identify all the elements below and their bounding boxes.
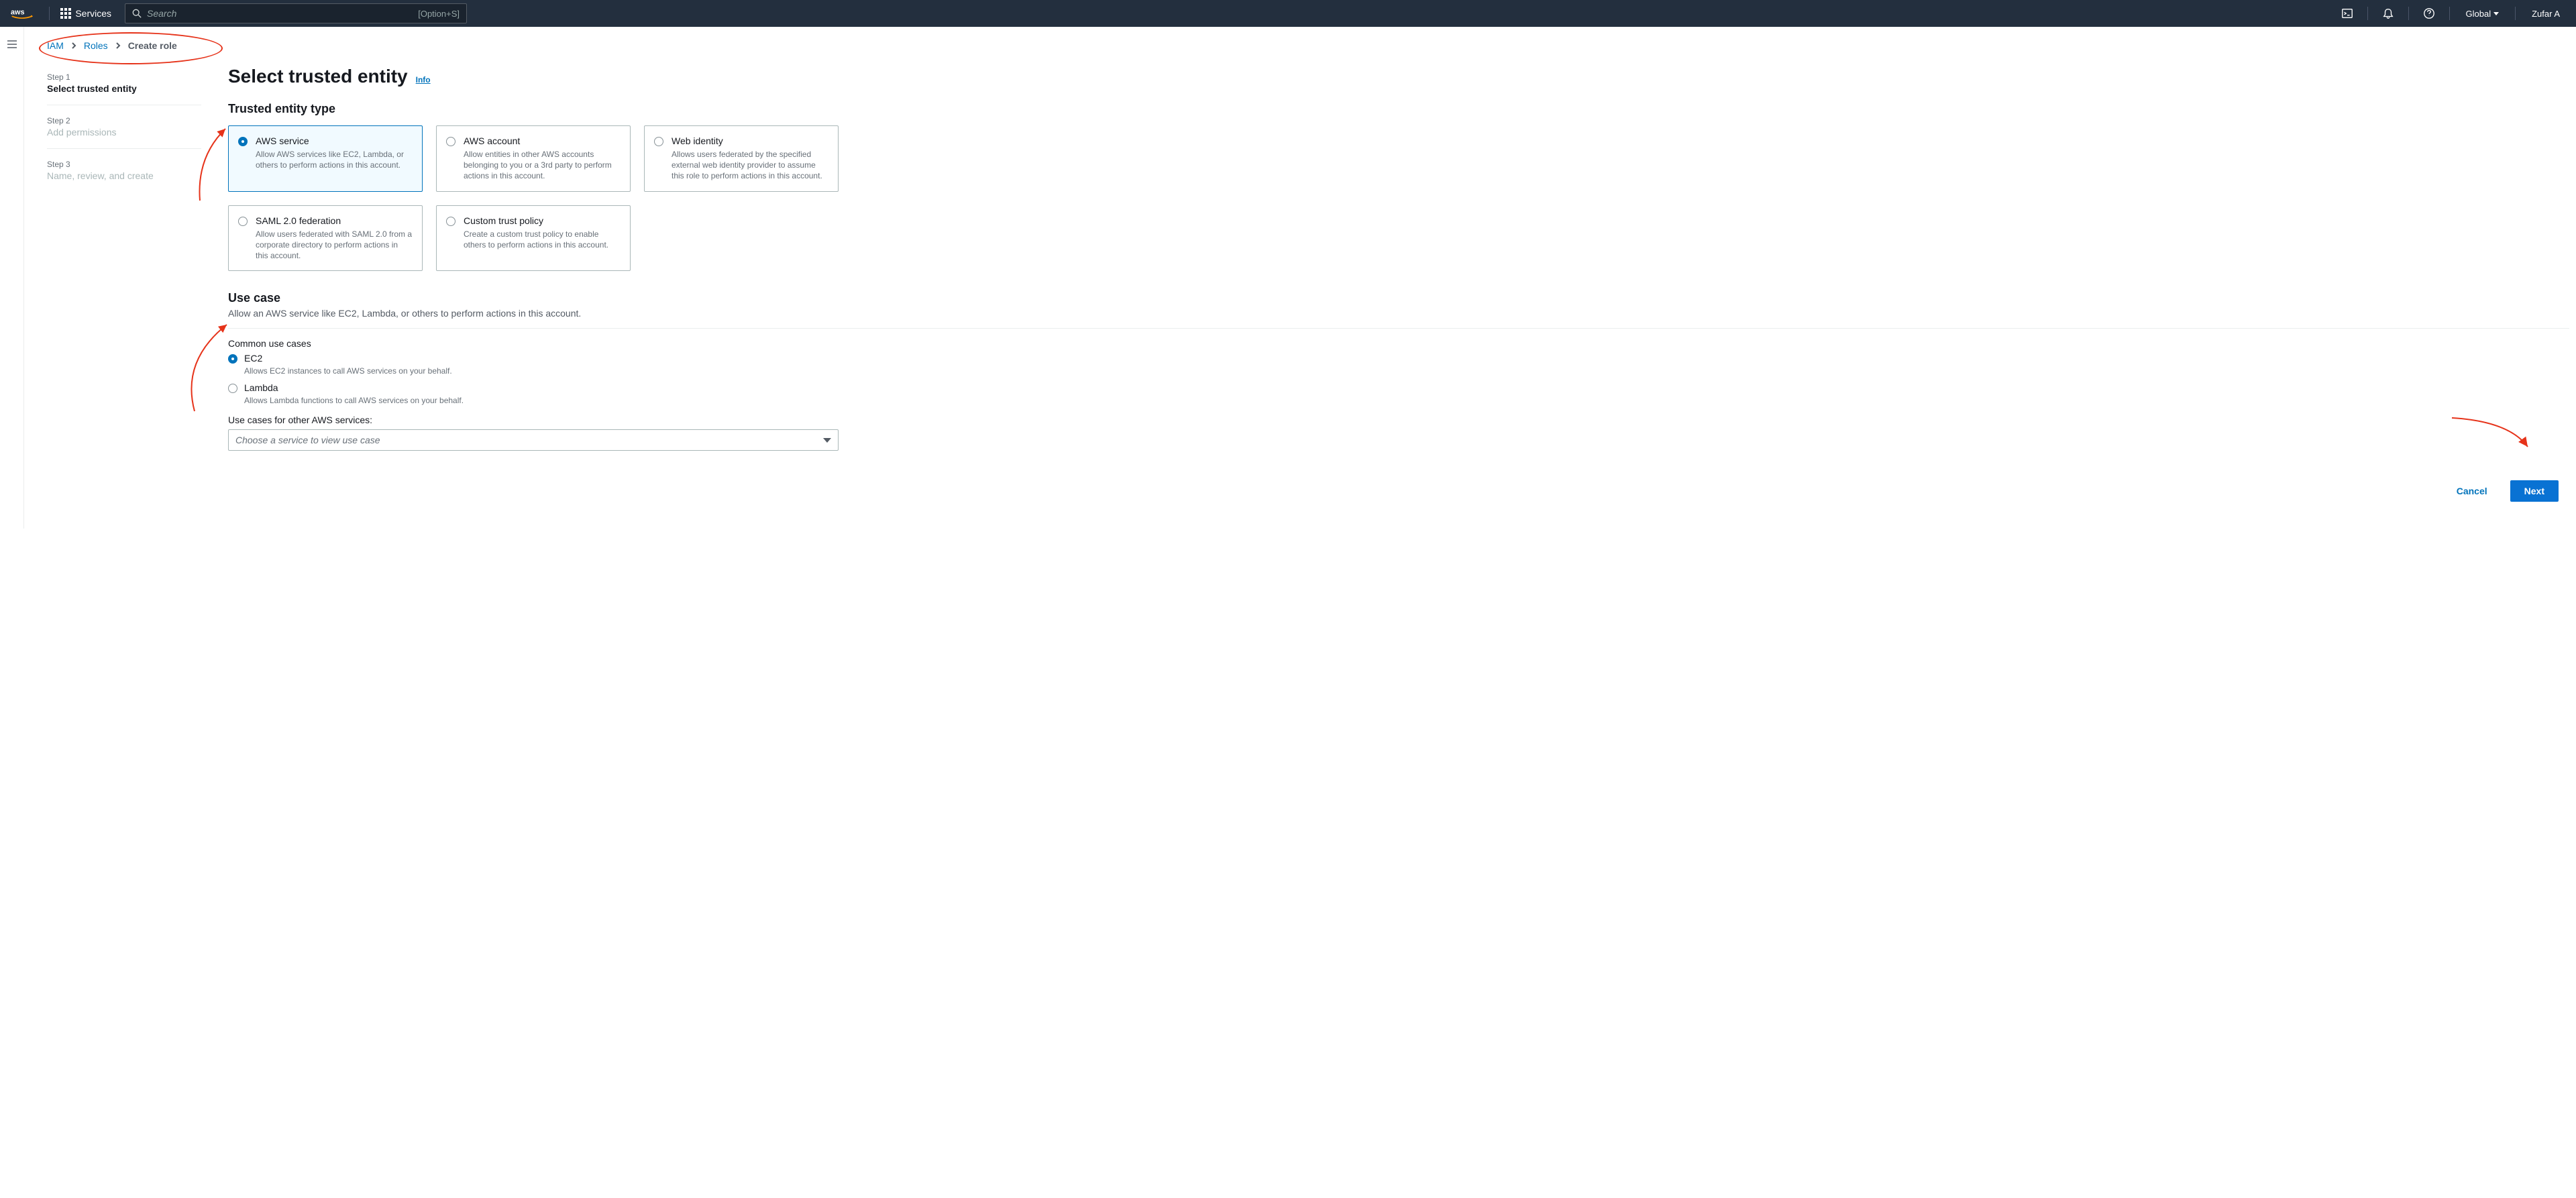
main-content: Select trusted entity Info Trusted entit…	[228, 66, 2576, 502]
info-link[interactable]: Info	[416, 75, 431, 85]
radio-indicator	[446, 137, 455, 146]
step-number: Step 2	[47, 116, 201, 125]
tile-custom-trust[interactable]: Custom trust policy Create a custom trus…	[436, 205, 631, 272]
region-selector[interactable]: Global	[2461, 6, 2505, 21]
radio-indicator	[654, 137, 663, 146]
radio-indicator	[446, 217, 455, 226]
search-icon	[132, 9, 142, 18]
tile-desc: Allow users federated with SAML 2.0 from…	[256, 229, 413, 262]
step-number: Step 3	[47, 160, 201, 169]
tile-title: AWS account	[464, 135, 621, 146]
step-1[interactable]: Step 1 Select trusted entity	[47, 66, 201, 105]
radio-indicator	[228, 384, 237, 393]
cloudshell-icon	[2341, 7, 2353, 19]
usecase-ec2[interactable]: EC2	[228, 353, 2569, 364]
top-nav: aws Services [Option+S] Global Zufar A	[0, 0, 2576, 27]
entity-type-heading: Trusted entity type	[228, 102, 2569, 116]
region-label: Global	[2466, 9, 2491, 19]
cancel-button[interactable]: Cancel	[2443, 480, 2501, 502]
step-title: Name, review, and create	[47, 170, 201, 181]
nav-divider	[2515, 7, 2516, 20]
other-services-heading: Use cases for other AWS services:	[228, 415, 2569, 425]
select-placeholder: Choose a service to view use case	[235, 435, 380, 445]
caret-down-icon	[823, 438, 831, 443]
usecase-sub: Allow an AWS service like EC2, Lambda, o…	[228, 308, 2569, 319]
tile-desc: Create a custom trust policy to enable o…	[464, 229, 621, 250]
account-menu[interactable]: Zufar A	[2526, 6, 2565, 21]
service-select[interactable]: Choose a service to view use case	[228, 429, 839, 451]
services-label: Services	[75, 8, 111, 19]
step-title: Add permissions	[47, 127, 201, 138]
step-title: Select trusted entity	[47, 83, 201, 94]
radio-indicator	[238, 137, 248, 146]
wizard-stepper: Step 1 Select trusted entity Step 2 Add …	[47, 66, 201, 502]
divider	[228, 328, 2569, 329]
step-2[interactable]: Step 2 Add permissions	[47, 109, 201, 149]
tile-title: AWS service	[256, 135, 413, 146]
hamburger-icon	[7, 39, 17, 50]
breadcrumb-iam[interactable]: IAM	[47, 40, 64, 51]
chevron-right-icon	[115, 40, 121, 51]
tile-title: Web identity	[672, 135, 828, 146]
notifications-button[interactable]	[2379, 4, 2398, 23]
breadcrumb-roles[interactable]: Roles	[84, 40, 108, 51]
tile-desc: Allow AWS services like EC2, Lambda, or …	[256, 149, 413, 170]
search-input[interactable]	[147, 8, 418, 19]
cloudshell-button[interactable]	[2338, 4, 2357, 23]
usecase-label: Lambda	[244, 382, 278, 393]
search-box[interactable]: [Option+S]	[125, 3, 467, 23]
common-usecases-heading: Common use cases	[228, 338, 2569, 349]
side-nav-toggle[interactable]	[0, 27, 24, 529]
caret-down-icon	[2493, 12, 2499, 15]
tile-desc: Allow entities in other AWS accounts bel…	[464, 149, 621, 182]
nav-divider	[2408, 7, 2409, 20]
nav-divider	[49, 7, 50, 20]
bell-icon	[2382, 7, 2394, 19]
help-icon	[2423, 7, 2435, 19]
nav-divider	[2367, 7, 2368, 20]
tile-aws-service[interactable]: AWS service Allow AWS services like EC2,…	[228, 125, 423, 192]
svg-text:aws: aws	[11, 9, 24, 17]
tile-desc: Allows users federated by the specified …	[672, 149, 828, 182]
radio-indicator	[238, 217, 248, 226]
entity-type-tiles: AWS service Allow AWS services like EC2,…	[228, 125, 2569, 271]
nav-divider	[2449, 7, 2450, 20]
breadcrumb: IAM Roles Create role	[47, 40, 2576, 51]
step-number: Step 1	[47, 72, 201, 82]
help-button[interactable]	[2420, 4, 2438, 23]
search-shortcut-hint: [Option+S]	[418, 9, 460, 19]
usecase-lambda[interactable]: Lambda	[228, 382, 2569, 393]
step-3[interactable]: Step 3 Name, review, and create	[47, 153, 201, 192]
tile-web-identity[interactable]: Web identity Allows users federated by t…	[644, 125, 839, 192]
tile-title: Custom trust policy	[464, 215, 621, 226]
grid-icon	[60, 8, 71, 19]
radio-indicator	[228, 354, 237, 364]
user-label: Zufar A	[2532, 9, 2560, 19]
usecase-desc: Allows Lambda functions to call AWS serv…	[244, 396, 2569, 405]
usecase-label: EC2	[244, 353, 262, 364]
page-title: Select trusted entity	[228, 66, 408, 87]
tile-title: SAML 2.0 federation	[256, 215, 413, 226]
usecase-heading: Use case	[228, 291, 2569, 305]
usecase-desc: Allows EC2 instances to call AWS service…	[244, 366, 2569, 376]
chevron-right-icon	[70, 40, 77, 51]
services-menu-button[interactable]: Services	[55, 5, 117, 21]
breadcrumb-current: Create role	[128, 40, 177, 51]
tile-aws-account[interactable]: AWS account Allow entities in other AWS …	[436, 125, 631, 192]
next-button[interactable]: Next	[2510, 480, 2559, 502]
tile-saml[interactable]: SAML 2.0 federation Allow users federate…	[228, 205, 423, 272]
aws-logo[interactable]: aws	[11, 7, 33, 20]
wizard-footer: Cancel Next	[228, 480, 2569, 502]
